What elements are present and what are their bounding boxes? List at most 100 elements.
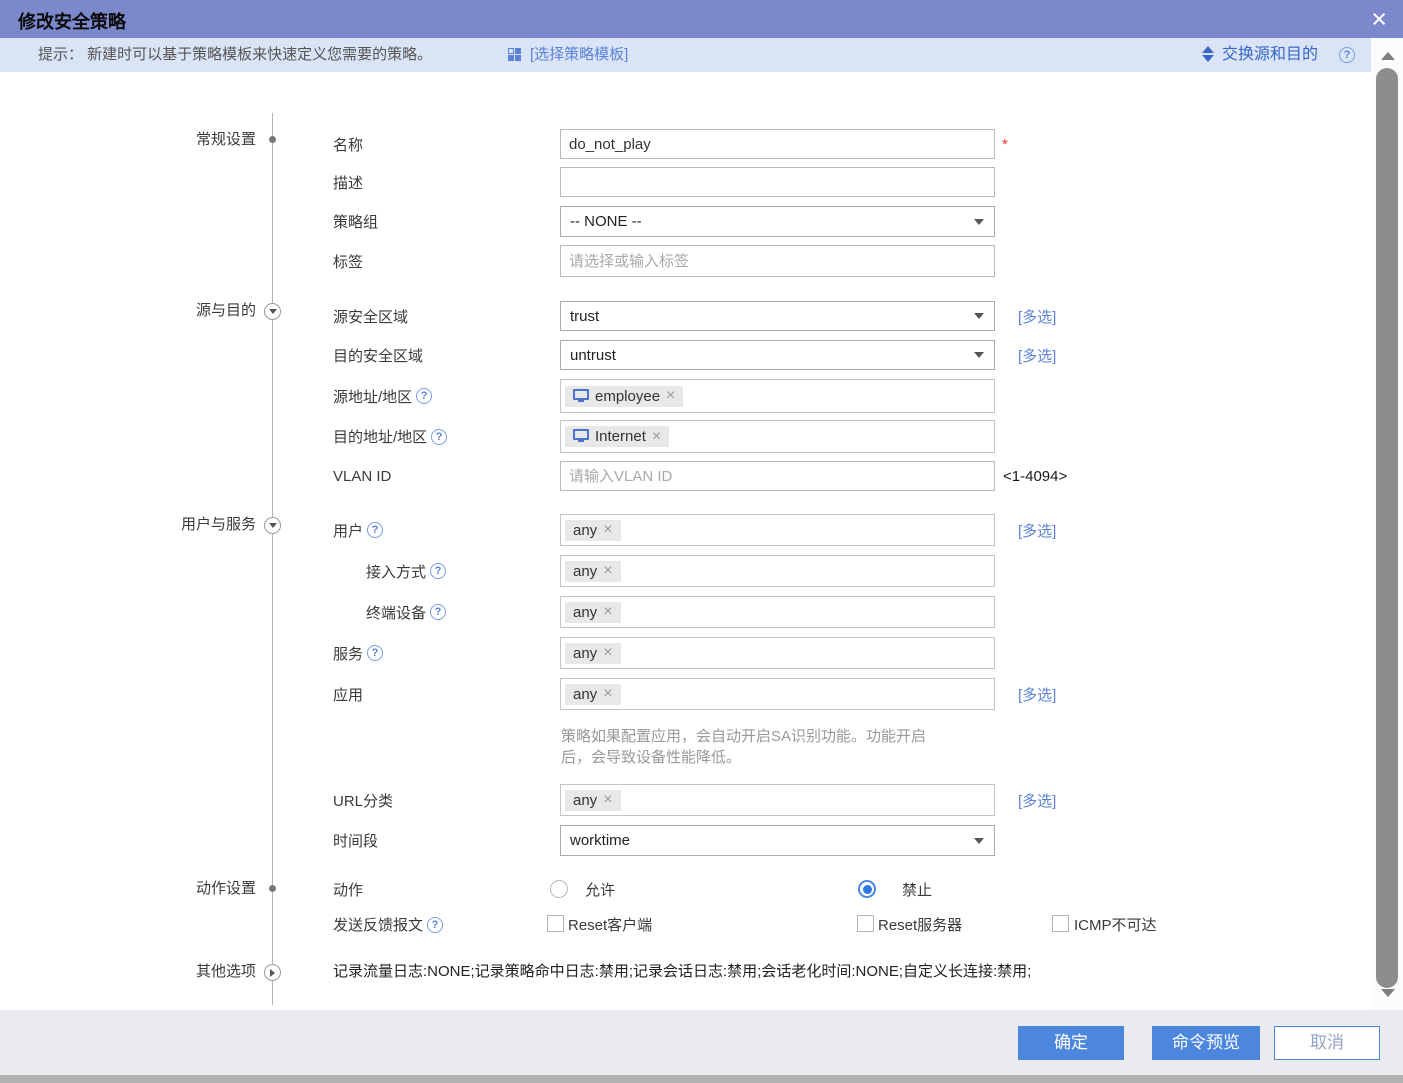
description-input[interactable]: [560, 167, 995, 197]
remove-icon[interactable]: ×: [603, 604, 612, 620]
icmp-unreachable-label[interactable]: ICMP不可达: [1074, 915, 1157, 934]
expand-icon[interactable]: [264, 964, 281, 981]
dialog-footer: 确定 命令预览 取消: [0, 1010, 1403, 1075]
remove-icon[interactable]: ×: [652, 429, 661, 445]
name-input[interactable]: [560, 129, 995, 159]
description-label: 描述: [333, 167, 363, 197]
chevron-down-icon: [974, 838, 984, 844]
service-label: 服务?: [333, 637, 383, 669]
reset-client-label[interactable]: Reset客户端: [568, 915, 652, 934]
chevron-down-icon: [974, 352, 984, 358]
dialog-title: 修改安全策略: [18, 8, 126, 34]
help-icon[interactable]: ?: [430, 604, 446, 620]
close-icon[interactable]: ×: [1371, 1, 1387, 37]
remove-icon[interactable]: ×: [603, 645, 612, 661]
help-icon[interactable]: ?: [1339, 47, 1355, 63]
template-icon: [508, 48, 521, 61]
scroll-up-icon[interactable]: [1381, 52, 1395, 60]
application-multi-link[interactable]: [多选]: [1018, 678, 1056, 710]
help-icon[interactable]: ?: [431, 429, 447, 445]
required-mark: *: [1002, 129, 1008, 159]
modify-security-policy-dialog: 修改安全策略 × 提示： 新建时可以基于策略模板来快速定义您需要的策略。 [选择…: [0, 0, 1403, 1083]
icmp-unreachable-checkbox[interactable]: [1052, 915, 1069, 932]
section-other: 其他选项: [130, 961, 256, 983]
source-zone-label: 源安全区域: [333, 301, 408, 331]
scroll-down-icon[interactable]: [1381, 989, 1395, 997]
name-label: 名称: [333, 129, 363, 159]
remove-icon[interactable]: ×: [666, 388, 675, 404]
action-deny-label[interactable]: 禁止: [902, 879, 932, 899]
help-icon[interactable]: ?: [367, 522, 383, 538]
vlan-label: VLAN ID: [333, 461, 391, 491]
policy-group-label: 策略组: [333, 206, 378, 237]
ok-button[interactable]: 确定: [1018, 1026, 1124, 1060]
chevron-down-icon: [974, 219, 984, 225]
section-user-service: 用户与服务: [130, 514, 256, 536]
help-icon[interactable]: ?: [430, 563, 446, 579]
collapse-icon[interactable]: [264, 517, 281, 534]
user-field[interactable]: any×: [560, 514, 995, 546]
policy-group-select[interactable]: -- NONE --: [560, 206, 995, 237]
dest-zone-select[interactable]: untrust: [560, 340, 995, 370]
vertical-scrollbar[interactable]: [1371, 38, 1403, 1010]
dest-zone-label: 目的安全区域: [333, 340, 423, 370]
section-general-dot: [269, 136, 276, 143]
action-allow-label[interactable]: 允许: [585, 879, 615, 899]
section-action-dot: [269, 885, 276, 892]
action-label: 动作: [333, 879, 363, 899]
address-object-icon: [573, 389, 589, 400]
help-icon[interactable]: ?: [367, 645, 383, 661]
application-field[interactable]: any×: [560, 678, 995, 710]
command-preview-button[interactable]: 命令预览: [1152, 1026, 1260, 1060]
vlan-input[interactable]: [560, 461, 995, 491]
hint-text: 提示： 新建时可以基于策略模板来快速定义您需要的策略。: [38, 38, 432, 72]
selected-value-chip: any×: [565, 602, 621, 623]
reset-server-checkbox[interactable]: [857, 915, 874, 932]
help-icon[interactable]: ?: [427, 917, 443, 933]
source-zone-select[interactable]: trust: [560, 301, 995, 331]
reset-server-label[interactable]: Reset服务器: [878, 915, 962, 934]
source-address-label: 源地址/地区?: [333, 379, 432, 413]
application-label: 应用: [333, 678, 363, 710]
remove-icon[interactable]: ×: [603, 563, 612, 579]
section-general: 常规设置: [130, 129, 256, 151]
vlan-range-hint: <1-4094>: [1003, 461, 1067, 491]
url-category-field[interactable]: any×: [560, 784, 995, 816]
choose-template-link[interactable]: [选择策略模板]: [530, 38, 628, 72]
source-address-field[interactable]: employee×: [560, 379, 995, 413]
collapse-icon[interactable]: [264, 303, 281, 320]
selected-value-chip: any×: [565, 684, 621, 705]
scrollbar-thumb[interactable]: [1376, 68, 1398, 988]
url-category-multi-link[interactable]: [多选]: [1018, 784, 1056, 816]
user-multi-link[interactable]: [多选]: [1018, 514, 1056, 546]
url-category-label: URL分类: [333, 784, 393, 816]
help-icon[interactable]: ?: [416, 388, 432, 404]
access-mode-label: 接入方式?: [366, 555, 446, 587]
remove-icon[interactable]: ×: [603, 792, 612, 808]
dest-address-field[interactable]: Internet×: [560, 420, 995, 453]
access-mode-field[interactable]: any×: [560, 555, 995, 587]
dest-zone-multi-link[interactable]: [多选]: [1018, 340, 1056, 370]
terminal-device-field[interactable]: any×: [560, 596, 995, 628]
user-label: 用户?: [333, 514, 383, 546]
remove-icon[interactable]: ×: [603, 686, 612, 702]
selected-value-chip: employee×: [565, 386, 683, 407]
bottom-scrollbar[interactable]: [0, 1075, 1403, 1083]
time-range-label: 时间段: [333, 825, 378, 856]
reset-client-checkbox[interactable]: [547, 915, 564, 932]
section-source-dest: 源与目的: [130, 300, 256, 322]
action-deny-radio[interactable]: [858, 880, 876, 898]
remove-icon[interactable]: ×: [603, 522, 612, 538]
selected-value-chip: any×: [565, 520, 621, 541]
tags-input[interactable]: [560, 245, 995, 277]
section-rail: [272, 113, 273, 1005]
selected-value-chip: any×: [565, 790, 621, 811]
terminal-device-label: 终端设备?: [366, 596, 446, 628]
action-allow-radio[interactable]: [550, 880, 568, 898]
service-field[interactable]: any×: [560, 637, 995, 669]
swap-source-dest-link[interactable]: 交换源和目的: [1222, 38, 1318, 72]
source-zone-multi-link[interactable]: [多选]: [1018, 301, 1056, 331]
dest-address-label: 目的地址/地区?: [333, 420, 447, 453]
time-range-select[interactable]: worktime: [560, 825, 995, 856]
cancel-button[interactable]: 取消: [1274, 1026, 1380, 1060]
